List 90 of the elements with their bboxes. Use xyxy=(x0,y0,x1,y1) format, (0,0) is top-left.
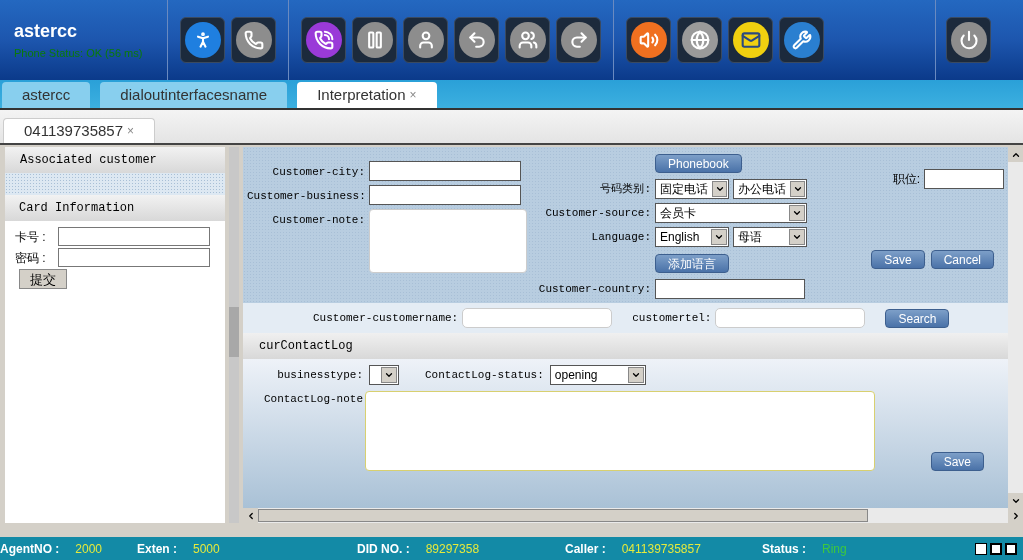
toolbar-button[interactable] xyxy=(728,17,773,63)
action-button[interactable]: Cancel xyxy=(930,250,994,269)
field-label: businesstype: xyxy=(276,367,363,383)
field-label: 号码类别: xyxy=(599,181,651,197)
phone-status: Phone Status: OK (56 ms) xyxy=(14,46,144,62)
toolbar-button[interactable] xyxy=(946,17,991,63)
dropdown[interactable] xyxy=(369,365,399,385)
caret-icon xyxy=(790,181,805,197)
power-icon xyxy=(958,30,979,50)
dropdown[interactable]: opening xyxy=(549,365,646,385)
field-label: Customer-customername: xyxy=(313,310,459,326)
field-label: 职位: xyxy=(892,171,920,188)
input-field[interactable] xyxy=(369,185,521,205)
toolbar-button[interactable] xyxy=(626,17,671,63)
globe-icon xyxy=(689,30,710,50)
section-header: Associated customer xyxy=(5,147,225,173)
dropdown[interactable]: 会员卡 xyxy=(655,203,807,223)
input-field[interactable] xyxy=(655,279,805,299)
toolbar-button[interactable] xyxy=(454,17,499,63)
status-label: Exten : xyxy=(137,540,177,558)
caret-icon xyxy=(627,367,644,383)
back-arrow-icon xyxy=(466,30,487,50)
status-value: Ring xyxy=(822,540,847,558)
close-icon[interactable]: × xyxy=(127,122,134,140)
field-label: 密码 : xyxy=(15,249,47,267)
toolbar-button[interactable] xyxy=(301,17,346,63)
status-value: 041139735857 xyxy=(621,540,701,558)
mail-icon xyxy=(740,30,761,50)
note-field[interactable] xyxy=(365,391,875,471)
field-label: Customer-source: xyxy=(544,205,651,221)
status-value: 89297358 xyxy=(425,540,480,558)
caret-icon xyxy=(381,367,397,383)
field-label: ContactLog-status: xyxy=(425,367,544,383)
tab[interactable]: dialoutinterfacesname xyxy=(100,82,288,108)
action-button[interactable]: Save xyxy=(871,250,925,269)
field-label: Customer-city: xyxy=(271,165,365,180)
toolbar-button[interactable] xyxy=(556,17,601,63)
toolbar-button[interactable] xyxy=(352,17,397,63)
action-button[interactable]: Search xyxy=(885,308,950,328)
toolbar-button[interactable] xyxy=(180,17,225,63)
forward-arrow-icon xyxy=(568,30,589,50)
toolbar-button[interactable] xyxy=(231,17,276,63)
speaker-icon xyxy=(638,30,659,50)
note-field[interactable] xyxy=(369,209,527,273)
toolbar-button[interactable] xyxy=(677,17,722,63)
caret-icon xyxy=(789,229,805,245)
dropdown[interactable]: English xyxy=(655,227,729,247)
caret-icon xyxy=(789,205,805,221)
dropdown[interactable]: 固定电话 xyxy=(655,179,729,199)
action-button[interactable]: 添加语言 xyxy=(655,254,729,273)
field-label: ContactLog-note xyxy=(262,392,363,407)
status-label: AgentNO : xyxy=(0,540,60,558)
splitter-handle[interactable] xyxy=(229,307,239,357)
toolbar-button[interactable] xyxy=(505,17,550,63)
toolbar-button[interactable] xyxy=(779,17,824,63)
caret-icon xyxy=(711,229,727,245)
input-field[interactable] xyxy=(924,169,1004,189)
caret-icon xyxy=(712,181,727,197)
input-field[interactable] xyxy=(369,161,521,181)
dropdown[interactable]: 办公电话 xyxy=(733,179,807,199)
status-label: DID NO. : xyxy=(357,540,410,558)
wrench-icon xyxy=(791,30,812,50)
dropdown[interactable]: 母语 xyxy=(733,227,807,247)
field-label: 卡号 : xyxy=(15,228,47,246)
tab[interactable]: astercc xyxy=(2,82,91,108)
people-icon xyxy=(517,30,538,50)
field-label: Customer-business: xyxy=(247,189,365,204)
app-title: astercc xyxy=(14,20,79,44)
action-button[interactable]: Phonebook xyxy=(655,154,742,173)
horizontal-scrollbar[interactable] xyxy=(243,508,1023,523)
status-value: 5000 xyxy=(193,540,220,558)
section-header: curContactLog xyxy=(243,333,1008,359)
section-header: Card Information xyxy=(5,195,225,221)
toolbar-button[interactable] xyxy=(403,17,448,63)
status-label: Status : xyxy=(762,540,806,558)
field-label: Language: xyxy=(590,229,651,245)
status-label: Caller : xyxy=(565,540,606,558)
tab[interactable]: 041139735857 × xyxy=(3,118,155,143)
close-icon[interactable]: × xyxy=(409,86,417,104)
field-label: Customer-country: xyxy=(537,281,651,297)
submit-button[interactable]: 提交 xyxy=(19,269,67,289)
input-field[interactable] xyxy=(58,227,210,246)
field-label: Customer-note: xyxy=(271,213,365,228)
input-field[interactable] xyxy=(58,248,210,267)
vertical-scrollbar[interactable] xyxy=(1008,147,1023,508)
tab[interactable]: Interpretation × xyxy=(297,82,437,108)
status-value: 2000 xyxy=(75,540,103,558)
action-button[interactable]: Save xyxy=(930,452,984,471)
field-label: customertel: xyxy=(632,310,712,326)
handset-icon xyxy=(313,30,334,50)
